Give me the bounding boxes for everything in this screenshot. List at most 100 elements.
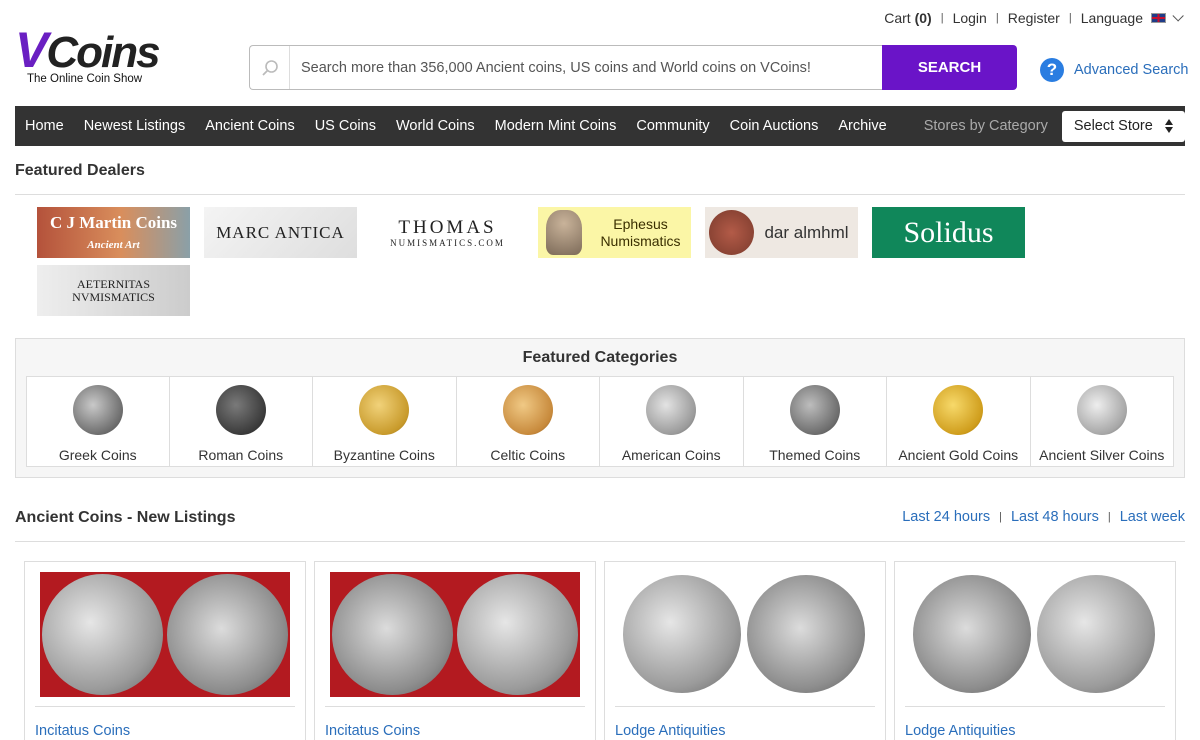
filter-last-48-hours[interactable]: Last 48 hours [1011, 509, 1099, 525]
category-celtic-coins[interactable]: Celtic Coins [456, 376, 600, 467]
listing-card[interactable]: Incitatus Coins [314, 561, 596, 740]
coin-reverse-image [1037, 575, 1155, 693]
nav-item-newest-listings[interactable]: Newest Listings [74, 118, 196, 134]
search-bar: SEARCH [249, 45, 1017, 90]
statue-icon [546, 210, 582, 255]
nav-item-modern-mint-coins[interactable]: Modern Mint Coins [485, 118, 627, 134]
search-button[interactable]: SEARCH [882, 45, 1017, 90]
chevron-down-icon [1172, 10, 1184, 22]
search-input[interactable] [290, 47, 882, 88]
separator: | [1068, 12, 1072, 24]
featured-dealers-title: Featured Dealers [15, 162, 145, 179]
stores-by-category-label: Stores by Category [923, 118, 1048, 134]
nav-item-world-coins[interactable]: World Coins [386, 118, 485, 134]
coin-obverse-image [42, 574, 163, 695]
filter-last-week[interactable]: Last week [1120, 509, 1185, 525]
nav-item-home[interactable]: Home [15, 118, 74, 134]
help-icon: ? [1040, 58, 1064, 82]
separator: | [995, 12, 999, 24]
divider [15, 194, 1185, 195]
language-selector[interactable]: Language [1081, 10, 1184, 26]
coin-photo[interactable] [40, 572, 290, 697]
dealer-name: dar almhml [764, 222, 849, 242]
separator: | [999, 511, 1002, 523]
divider [905, 706, 1165, 707]
listing-card[interactable]: Lodge Antiquities [894, 561, 1176, 740]
category-label: Roman Coins [198, 447, 284, 463]
coin-photo[interactable] [620, 572, 870, 697]
dealer-link[interactable]: Incitatus Coins [325, 723, 420, 739]
dealer-name: MARC ANTICA [216, 222, 345, 242]
dealer-logo-marc-antica[interactable]: MARC ANTICA [204, 207, 357, 258]
filter-last-24-hours[interactable]: Last 24 hours [902, 509, 990, 525]
separator: | [1107, 511, 1111, 523]
dealer-link[interactable]: Incitatus Coins [35, 723, 130, 739]
dealer-link[interactable]: Lodge Antiquities [905, 723, 1015, 739]
time-filter: Last 24 hours | Last 48 hours | Last wee… [902, 509, 1185, 525]
dealer-sub: Ancient Art [87, 238, 140, 251]
coin-photo[interactable] [330, 572, 580, 697]
dealer-name: C J Martin Coins [49, 212, 178, 232]
nav-item-archive[interactable]: Archive [828, 118, 896, 134]
category-ancient-silver-coins[interactable]: Ancient Silver Coins [1030, 376, 1174, 467]
nav-item-us-coins[interactable]: US Coins [305, 118, 386, 134]
nav-item-community[interactable]: Community [626, 118, 719, 134]
dealer-logo-thomas-numismatics[interactable]: THOMAS NUMISMATICS.COM [371, 207, 524, 258]
dealer-logo-dar-almhml[interactable]: dar almhml [705, 207, 858, 258]
coin-obverse-image [332, 574, 453, 695]
dealer-logo-aeternitas[interactable]: AETERNITAS NVMISMATICS [37, 265, 190, 316]
greek-coin-icon [72, 385, 123, 435]
advanced-search-link[interactable]: ? Advanced Search [1040, 58, 1188, 82]
nav-item-ancient-coins[interactable]: Ancient Coins [195, 118, 304, 134]
divider [15, 541, 1185, 542]
store-select[interactable]: Select Store [1061, 110, 1185, 142]
roman-coin-icon [215, 385, 266, 435]
cart-link[interactable]: Cart (0) [884, 10, 931, 26]
divider [35, 706, 295, 707]
category-american-coins[interactable]: American Coins [600, 376, 744, 467]
category-label: Greek Coins [58, 447, 137, 463]
search-icon [250, 46, 290, 89]
updown-arrows-icon [1165, 119, 1173, 133]
themed-coin-icon [789, 385, 840, 435]
dealer-logo-cj-martin[interactable]: C J Martin Coins Ancient Art [37, 207, 190, 258]
dealer-logo-ephesus[interactable]: Ephesus Numismatics [538, 207, 691, 258]
search-box [249, 45, 882, 90]
featured-categories-panel: Featured Categories Greek Coins Roman Co… [15, 338, 1185, 478]
coin-icon [709, 210, 754, 255]
vcoins-logo[interactable]: VCoins The Online Coin Show [15, 25, 165, 85]
category-label: Byzantine Coins [333, 447, 435, 463]
category-themed-coins[interactable]: Themed Coins [743, 376, 887, 467]
category-greek-coins[interactable]: Greek Coins [26, 376, 170, 467]
dealer-sub: Numismatics [600, 232, 681, 249]
logo-text: Coins [46, 28, 160, 77]
category-roman-coins[interactable]: Roman Coins [169, 376, 313, 467]
category-label: American Coins [621, 447, 721, 463]
cart-count: (0) [914, 10, 932, 26]
celtic-coin-icon [502, 385, 553, 435]
dealer-name: THOMAS [398, 216, 497, 238]
logo-v: V [15, 22, 48, 78]
register-link[interactable]: Register [1008, 10, 1060, 26]
category-label: Ancient Silver Coins [1039, 447, 1165, 463]
category-ancient-gold-coins[interactable]: Ancient Gold Coins [887, 376, 1031, 467]
nav-item-coin-auctions[interactable]: Coin Auctions [720, 118, 829, 134]
dealer-name: Ephesus [613, 215, 668, 232]
main-nav: Home Newest Listings Ancient Coins US Co… [15, 106, 1185, 146]
category-label: Themed Coins [769, 447, 861, 463]
coin-reverse-image [747, 575, 865, 693]
coin-obverse-image [913, 575, 1031, 693]
dealer-link[interactable]: Lodge Antiquities [615, 723, 725, 739]
category-row: Greek Coins Roman Coins Byzantine Coins … [26, 376, 1174, 467]
divider [325, 706, 585, 707]
uk-flag-icon [1151, 13, 1166, 23]
coin-photo[interactable] [910, 572, 1160, 697]
coin-reverse-image [167, 574, 288, 695]
byzantine-coin-icon [359, 385, 410, 435]
coin-reverse-image [457, 574, 578, 695]
listing-card[interactable]: Lodge Antiquities [604, 561, 886, 740]
dealer-logo-solidus[interactable]: Solidus [872, 207, 1025, 258]
category-byzantine-coins[interactable]: Byzantine Coins [313, 376, 457, 467]
login-link[interactable]: Login [953, 10, 987, 26]
listing-card[interactable]: Incitatus Coins [24, 561, 306, 740]
